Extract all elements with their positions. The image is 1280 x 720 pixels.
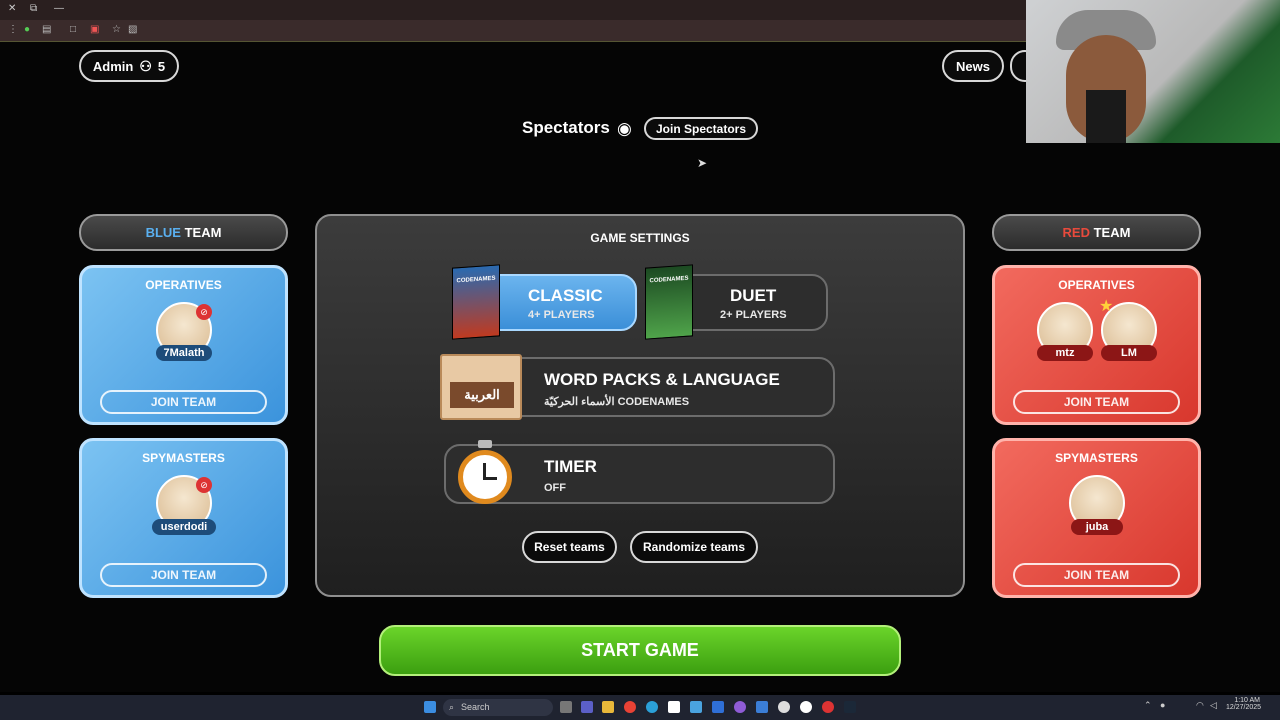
player-name: userdodi bbox=[152, 519, 216, 535]
no-signal-icon: ⊘ bbox=[196, 304, 212, 320]
blue-operatives-card: OPERATIVES ⊘ 7Malath JOIN TEAM bbox=[79, 265, 288, 425]
app-icon[interactable] bbox=[778, 701, 790, 713]
red-team-label-rest: TEAM bbox=[1090, 225, 1131, 240]
classic-title: CLASSIC bbox=[528, 286, 603, 305]
webcam-overlay bbox=[1026, 0, 1280, 143]
stopwatch-crown bbox=[478, 440, 492, 448]
classic-box-art: CODENAMES bbox=[452, 264, 500, 340]
red-operatives-card: OPERATIVES mtz ★ LM JOIN TEAM bbox=[992, 265, 1201, 425]
red-operatives-join-button[interactable]: JOIN TEAM bbox=[1013, 390, 1180, 414]
admin-button[interactable]: Admin ⚇ 5 bbox=[79, 50, 179, 82]
wifi-icon[interactable]: ◠ bbox=[1196, 700, 1204, 711]
app-icon[interactable] bbox=[581, 701, 593, 713]
windows-start-icon[interactable] bbox=[424, 701, 436, 713]
blue-spymasters-title: SPYMASTERS bbox=[142, 451, 225, 465]
blue-operatives-join-button[interactable]: JOIN TEAM bbox=[100, 390, 267, 414]
microphone-shape bbox=[1086, 90, 1126, 143]
news-button[interactable]: News bbox=[942, 50, 1004, 82]
app-icon[interactable] bbox=[756, 701, 768, 713]
blue-spymasters-join-button[interactable]: JOIN TEAM bbox=[100, 563, 267, 587]
player-name: 7Malath bbox=[156, 345, 212, 361]
players-icon: ⚇ bbox=[139, 57, 152, 74]
timer-title: TIMER bbox=[544, 457, 597, 476]
app-icon[interactable] bbox=[734, 701, 746, 713]
obs-icon[interactable] bbox=[800, 701, 812, 713]
eye-icon: ◉ bbox=[617, 119, 632, 138]
red-spymasters-join-button[interactable]: JOIN TEAM bbox=[1013, 563, 1180, 587]
extension-icon[interactable]: ● bbox=[24, 24, 30, 35]
word-pack-card-art: العربية bbox=[440, 354, 522, 420]
blue-operatives-title: OPERATIVES bbox=[145, 278, 222, 292]
star-icon: ★ bbox=[1099, 298, 1114, 315]
stopwatch-hand-2 bbox=[483, 477, 497, 480]
app-icon[interactable] bbox=[822, 701, 834, 713]
close-window-icon[interactable]: ✕ bbox=[8, 3, 16, 14]
app-icon[interactable] bbox=[668, 701, 680, 713]
red-spymasters-card: SPYMASTERS juba JOIN TEAM bbox=[992, 438, 1201, 598]
menu-dots-icon[interactable]: ⋮ bbox=[8, 24, 18, 35]
windows-taskbar: ⌕ Search ⌃ ● ◠ ◁ 1:10 AM 12/27/2025 bbox=[0, 695, 1280, 720]
clock-date: 12/27/2025 bbox=[1226, 704, 1262, 711]
randomize-teams-button[interactable]: Randomize teams bbox=[630, 531, 758, 563]
stopwatch-icon bbox=[458, 450, 512, 504]
timer-value: OFF bbox=[544, 482, 566, 494]
taskbar-search-label: Search bbox=[461, 702, 490, 712]
player-count: 5 bbox=[157, 58, 166, 74]
word-packs-language: الأسماء الحركيّة CODENAMES bbox=[544, 396, 690, 408]
bookmark-star-icon[interactable]: ☆ bbox=[112, 24, 121, 35]
taskbar-search[interactable]: ⌕ Search bbox=[443, 699, 553, 716]
blue-team-label-rest: TEAM bbox=[180, 225, 222, 240]
duet-title: DUET bbox=[730, 286, 777, 305]
blue-spymasters-card: SPYMASTERS ⊘ userdodi JOIN TEAM bbox=[79, 438, 288, 598]
game-settings-title: GAME SETTINGS bbox=[590, 231, 690, 245]
player-name: LM bbox=[1101, 345, 1157, 361]
task-view-icon[interactable] bbox=[560, 701, 572, 713]
clock[interactable]: 1:10 AM 12/27/2025 bbox=[1226, 697, 1262, 711]
mouse-cursor-icon: ➤ bbox=[697, 156, 708, 170]
duet-box-art: CODENAMES bbox=[645, 264, 693, 340]
red-team-header: RED TEAM bbox=[992, 214, 1201, 251]
minimize-window-icon[interactable]: — bbox=[54, 3, 64, 14]
player-name: juba bbox=[1071, 519, 1123, 535]
app-icon[interactable] bbox=[690, 701, 702, 713]
tray-chevron-icon[interactable]: ⌃ bbox=[1144, 700, 1152, 711]
classic-players: 4+ PLAYERS bbox=[528, 309, 595, 321]
steam-icon[interactable] bbox=[844, 701, 856, 713]
duet-players: 2+ PLAYERS bbox=[720, 309, 787, 321]
blue-team-header: BLUE TEAM bbox=[79, 214, 288, 251]
search-icon: ⌕ bbox=[449, 702, 455, 712]
edge-icon[interactable] bbox=[646, 701, 658, 713]
app-icon[interactable] bbox=[712, 701, 724, 713]
no-signal-icon: ⊘ bbox=[196, 477, 212, 493]
blue-team-label-colored: BLUE bbox=[145, 225, 181, 240]
join-spectators-button[interactable]: Join Spectators bbox=[644, 117, 758, 140]
news-label: News bbox=[956, 58, 990, 74]
chrome-icon[interactable] bbox=[624, 701, 636, 713]
red-team-label-colored: RED bbox=[1062, 225, 1090, 240]
extension-icon-2[interactable]: ▤ bbox=[42, 24, 51, 35]
file-explorer-icon[interactable] bbox=[602, 701, 614, 713]
mic-icon[interactable]: ● bbox=[1160, 700, 1165, 710]
red-spymasters-title: SPYMASTERS bbox=[1055, 451, 1138, 465]
extension-icon-3[interactable]: □ bbox=[70, 24, 76, 35]
admin-label: Admin bbox=[92, 58, 134, 74]
start-game-button[interactable]: START GAME bbox=[379, 625, 901, 676]
spectators-title: Spectators bbox=[522, 118, 610, 137]
word-packs-title: WORD PACKS & LANGUAGE bbox=[544, 370, 780, 389]
player-name: mtz bbox=[1037, 345, 1093, 361]
clock-time: 1:10 AM bbox=[1234, 697, 1260, 704]
extension-icon-4[interactable]: ▣ bbox=[90, 24, 99, 35]
extensions-puzzle-icon[interactable]: ▧ bbox=[128, 24, 137, 35]
arabic-badge: العربية bbox=[450, 382, 514, 408]
volume-icon[interactable]: ◁ bbox=[1210, 700, 1217, 711]
red-operatives-title: OPERATIVES bbox=[1058, 278, 1135, 292]
reset-teams-button[interactable]: Reset teams bbox=[522, 531, 617, 563]
restore-window-icon[interactable]: ⧉ bbox=[30, 3, 37, 14]
